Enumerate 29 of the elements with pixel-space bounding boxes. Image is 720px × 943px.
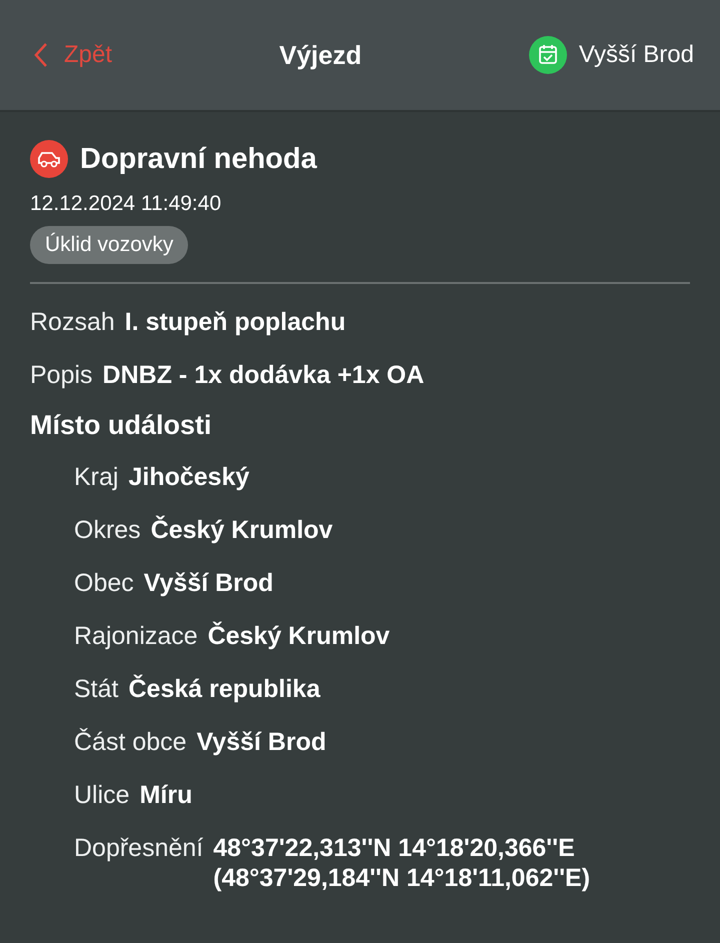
page-title: Výjezd xyxy=(279,40,362,70)
field-value: 48°37'22,313''N 14°18'20,366''E (48°37'29,184''N 14°18'11,062''E) xyxy=(213,833,590,893)
incident-title: Dopravní nehoda xyxy=(80,142,317,176)
field-value: Vyšší Brod xyxy=(196,727,326,757)
field-value: Vyšší Brod xyxy=(144,568,274,598)
incident-tag: Úklid vozovky xyxy=(30,226,188,264)
field-label: Ulice xyxy=(74,780,130,810)
incident-time: 12.12.2024 11:49:40 xyxy=(30,192,222,216)
field-label: Kraj xyxy=(74,462,118,492)
field-label: Část obce xyxy=(74,727,187,757)
field-label: Rajonizace xyxy=(74,621,198,651)
calendar-check-icon xyxy=(528,36,567,74)
car-icon xyxy=(30,140,68,178)
field-value: Míru xyxy=(140,780,192,810)
section-heading: Místo události xyxy=(30,409,212,442)
unit-button[interactable]: Vyšší Brod xyxy=(528,36,694,74)
field-label: Dopřesnění xyxy=(74,833,204,864)
field-value: I. stupeň poplachu xyxy=(124,307,346,337)
field-value: Jihočeský xyxy=(128,462,250,492)
field-value: Český Krumlov xyxy=(208,621,390,651)
field-label: Okres xyxy=(74,515,141,545)
back-icon xyxy=(34,42,48,68)
field-label: Popis xyxy=(30,360,93,390)
field-value: Česká republika xyxy=(128,674,320,704)
field-value: DNBZ - 1x dodávka +1x OA xyxy=(102,360,424,390)
field-label: Obec xyxy=(74,568,134,598)
field-label: Rozsah xyxy=(30,307,115,337)
field-label: Stát xyxy=(74,674,118,704)
field-value: Český Krumlov xyxy=(150,515,333,545)
